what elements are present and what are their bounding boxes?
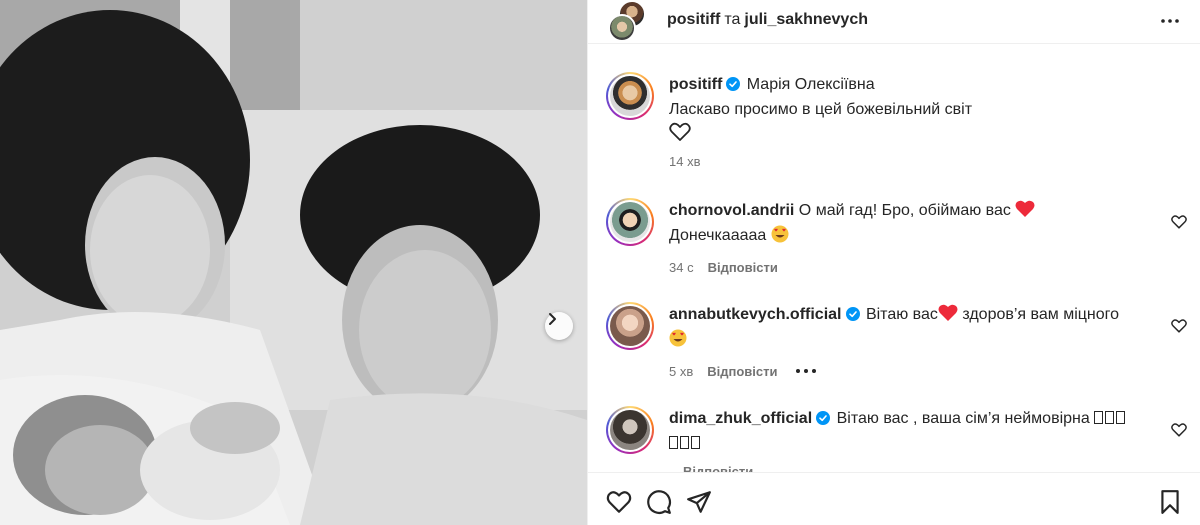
comment-username[interactable]: annabutkevych.official <box>669 306 842 323</box>
comment-username[interactable]: dima_zhuk_official <box>669 410 812 427</box>
post-header: positiff та juli_sakhnevych <box>588 0 1200 44</box>
more-horizontal-icon[interactable] <box>795 368 817 374</box>
author-link[interactable]: positiff <box>667 11 720 28</box>
emoji-placeholder-icon <box>1094 406 1126 431</box>
heart-eyes-emoji-icon <box>669 329 687 347</box>
save-button[interactable] <box>1158 489 1184 515</box>
next-image-button[interactable] <box>545 312 573 340</box>
heart-outline-icon <box>1171 319 1187 333</box>
avatar[interactable] <box>606 302 654 350</box>
caption-time: 14 хв <box>669 154 701 169</box>
chevron-right-icon <box>549 313 556 325</box>
heart-outline-icon <box>669 122 691 141</box>
comment-like-button[interactable] <box>1171 422 1187 438</box>
comment-text-line2: Донечкааааа <box>669 227 767 244</box>
authors-separator: та <box>724 11 741 28</box>
verified-badge-icon <box>816 411 831 425</box>
verified-badge-icon <box>845 307 860 321</box>
comment-time: 34 с <box>669 260 694 275</box>
post-actions-bar <box>588 472 1200 525</box>
caption-title: Марія Олексіївна <box>746 76 875 93</box>
red-heart-emoji-icon <box>1015 200 1035 217</box>
post-authors: positiff та juli_sakhnevych <box>667 11 868 29</box>
comment-button[interactable] <box>646 489 672 515</box>
more-horizontal-icon <box>1161 19 1179 23</box>
red-heart-emoji-icon <box>938 304 958 321</box>
comment-text: Вітаю вас <box>865 306 938 323</box>
photo-illustration <box>0 0 587 525</box>
collab-avatars[interactable] <box>606 0 650 44</box>
avatar[interactable] <box>606 72 654 120</box>
heart-eyes-emoji-icon <box>771 225 789 243</box>
comment-icon <box>647 490 671 514</box>
comment-text: О май гад! Бро, обіймаю вас <box>798 202 1011 219</box>
comment-like-button[interactable] <box>1171 318 1187 334</box>
reply-button[interactable]: Відповісти <box>708 260 778 275</box>
send-icon <box>687 491 711 513</box>
more-options-button[interactable] <box>1158 9 1182 33</box>
bookmark-icon <box>1161 490 1179 514</box>
verified-badge-icon <box>726 77 741 91</box>
heart-icon <box>606 491 632 513</box>
like-button[interactable] <box>606 489 632 515</box>
caption-username[interactable]: positiff <box>669 76 722 93</box>
comment-like-button[interactable] <box>1171 214 1187 230</box>
caption-text: Ласкаво просимо в цей божевільний світ <box>669 101 973 118</box>
post-side-panel: positiff та juli_sakhnevych positiff Марія… <box>587 0 1200 525</box>
comment-text-cont: здоров’я вам міцного <box>962 306 1120 323</box>
comment-username[interactable]: chornovol.andrii <box>669 202 794 219</box>
reply-button[interactable]: Відповісти <box>707 364 777 379</box>
share-button[interactable] <box>686 489 712 515</box>
author-link[interactable]: juli_sakhnevych <box>744 11 868 28</box>
post-photo[interactable] <box>0 0 587 525</box>
avatar[interactable] <box>606 406 654 454</box>
avatar[interactable] <box>608 14 636 42</box>
comment-text: Вітаю вас , ваша сім’я неймовірна <box>836 410 1090 427</box>
avatar[interactable] <box>606 198 654 246</box>
comment-time: 5 хв <box>669 364 694 379</box>
reply-button[interactable]: Відповісти <box>683 464 753 472</box>
heart-outline-icon <box>1171 215 1187 229</box>
comments-list[interactable]: positiff Марія Олексіївна Ласкаво просим… <box>588 60 1200 472</box>
heart-outline-icon <box>1171 423 1187 437</box>
emoji-placeholder-icon <box>669 431 700 456</box>
